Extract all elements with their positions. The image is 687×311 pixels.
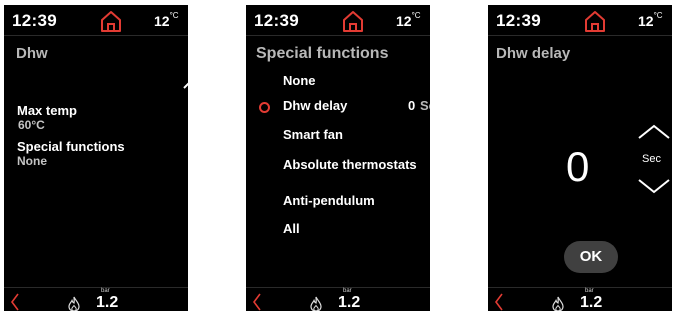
dhw-screen: 12:39 12°C Dhw Max temp 60°C Special fun… [4,5,188,311]
pressure-value: 1.2 [338,294,361,311]
bottom-bar: bar 1.2 [4,287,188,311]
option-dhw-delay[interactable]: Dhw delay [283,98,347,113]
home-icon[interactable] [340,9,366,33]
dhw-delay-screen: 12:39 12°C Dhw delay 0 Sec OK bar 1.2 [488,5,672,311]
option-absolute-thermostats[interactable]: Absolute thermostats [283,157,417,172]
back-chevron-icon[interactable] [494,292,504,311]
ok-button[interactable]: OK [564,241,618,273]
bottom-bar: bar 1.2 [246,287,430,311]
chevron-up-icon[interactable] [182,77,188,95]
clock: 12:39 [12,11,57,30]
option-smart-fan[interactable]: Smart fan [283,127,343,142]
option-anti-pendulum[interactable]: Anti-pendulum [283,193,375,208]
delay-value: 0 [566,143,590,190]
page-title: Dhw delay [496,45,571,62]
status-bar: 12:39 12°C [4,5,188,35]
divider [246,35,430,36]
max-temp-label: Max temp [17,103,77,118]
radio-selected-icon[interactable] [259,102,270,113]
clock: 12:39 [254,11,299,30]
flame-icon [309,296,323,311]
option-all[interactable]: All [283,221,300,236]
special-functions-label[interactable]: Special functions [17,139,125,154]
pressure-value: 1.2 [580,294,603,311]
outdoor-temp: 12°C [396,11,421,29]
back-chevron-icon[interactable] [10,292,20,311]
outdoor-temp: 12°C [154,11,179,29]
flame-icon [551,296,565,311]
dhw-delay-unit: Sec [420,98,430,113]
decrease-chevron-down-icon[interactable] [636,177,672,200]
back-chevron-icon[interactable] [252,292,262,311]
pressure-value: 1.2 [96,294,119,311]
delay-unit: Sec [642,153,661,165]
flame-icon [67,296,81,311]
clock: 12:39 [496,11,541,30]
page-title: Special functions [256,45,389,62]
max-temp-value: 60°C [18,118,45,132]
status-bar: 12:39 12°C [488,5,672,35]
special-functions-screen: 12:39 12°C Special functions None Dhw de… [246,5,430,311]
bottom-bar: bar 1.2 [488,287,672,311]
special-functions-value[interactable]: None [17,154,47,168]
increase-chevron-up-icon[interactable] [636,123,672,146]
dhw-delay-value: 0 [408,98,416,113]
status-bar: 12:39 12°C [246,5,430,35]
home-icon[interactable] [582,9,608,33]
divider [488,35,672,36]
outdoor-temp: 12°C [638,11,663,29]
divider [4,35,188,36]
page-title: Dhw [16,45,48,62]
home-icon[interactable] [98,9,124,33]
option-none[interactable]: None [283,73,316,88]
